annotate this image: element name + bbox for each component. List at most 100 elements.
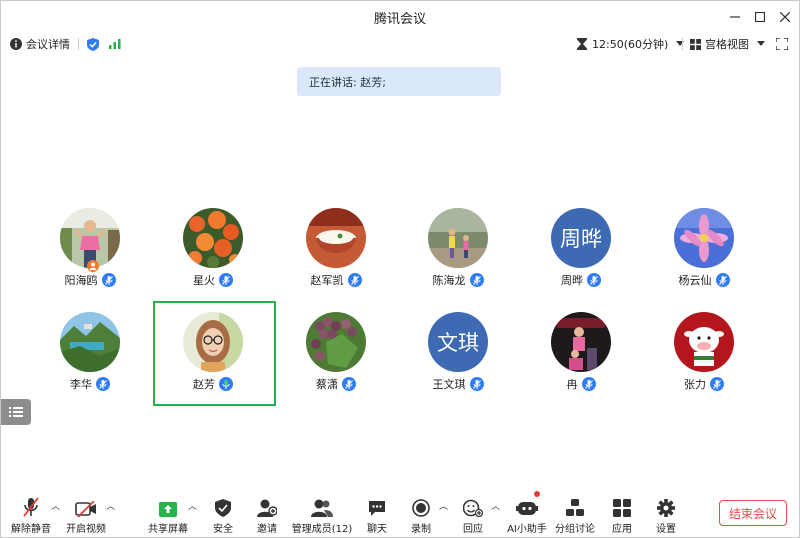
participant-name-row: 星火: [153, 272, 273, 288]
caret-up-icon[interactable]: ︿: [188, 499, 197, 512]
caret-up-icon[interactable]: ︿: [51, 499, 60, 512]
record-button[interactable]: 录制: [407, 491, 435, 538]
manage-members-label: 管理成员(12): [291, 524, 353, 535]
participant-tile[interactable]: 赵芳: [153, 309, 273, 414]
start-video-label: 开启视频: [66, 524, 106, 535]
meeting-info-button[interactable]: 会议详情: [10, 33, 70, 55]
mic-icon: [587, 273, 601, 287]
photo-grapes: [306, 312, 366, 372]
signal-bars-icon: [109, 39, 121, 49]
share-screen-icon: [159, 502, 177, 517]
participant-name: 张力: [684, 378, 706, 391]
chat-button[interactable]: 聊天: [363, 491, 391, 538]
participant-name: 杨云仙: [678, 274, 712, 287]
minimize-icon: [730, 16, 740, 18]
participant-name-row: 阳海鸥: [30, 272, 150, 288]
participant-name-row: 杨云仙: [644, 272, 764, 288]
start-video-button[interactable]: 开启视频: [66, 491, 106, 538]
photo-woman-pink: [60, 208, 120, 268]
avatar: [428, 208, 488, 268]
ai-assistant-button[interactable]: AI小助手: [507, 491, 547, 538]
minimize-button[interactable]: [721, 1, 749, 33]
caret-down-icon: [757, 41, 765, 46]
participant-tile[interactable]: 赵军凯: [276, 205, 396, 310]
manage-members-button[interactable]: 管理成员(12): [292, 491, 352, 538]
divider: [78, 38, 79, 50]
avatar: [60, 312, 120, 372]
security-label: 安全: [213, 524, 233, 535]
view-mode-button[interactable]: 宫格视图: [690, 33, 765, 55]
members-icon: [311, 499, 333, 517]
avatar: [674, 312, 734, 372]
participant-tile[interactable]: 文琪 王文琪: [398, 309, 518, 414]
caret-up-icon[interactable]: ︿: [106, 499, 115, 512]
close-button[interactable]: [771, 1, 799, 33]
record-label: 录制: [411, 524, 431, 535]
unmute-label: 解除静音: [11, 524, 51, 535]
timer-text: 12:50(60分钟): [592, 38, 669, 51]
participant-name-row: 冉: [521, 376, 641, 392]
mic-speaking-icon: [219, 377, 233, 391]
mic-icon: [710, 377, 724, 391]
security-button[interactable]: 安全: [208, 491, 238, 538]
invite-button[interactable]: 邀请: [252, 491, 282, 538]
record-icon: [412, 499, 430, 517]
shield-check-icon: [87, 37, 99, 51]
mic-muted-icon: [23, 497, 39, 517]
info-icon: [10, 38, 22, 50]
share-screen-label: 共享屏幕: [148, 524, 188, 535]
participant-name: 陈海龙: [432, 274, 466, 287]
participant-tile[interactable]: 陈海龙: [398, 205, 518, 310]
participant-tile[interactable]: 星火: [153, 205, 273, 310]
participant-tile[interactable]: 李华: [30, 309, 150, 414]
divider: [682, 38, 683, 50]
top-toolbar: 会议详情 12:50(60分钟) 宫格视图: [1, 33, 799, 55]
caret-up-icon[interactable]: ︿: [491, 499, 500, 512]
hourglass-icon: [577, 38, 587, 50]
photo-yogurt-bowl: [306, 208, 366, 268]
photo-mountain-lake: [60, 312, 120, 372]
settings-label: 设置: [656, 524, 676, 535]
title-bar: 腾讯会议: [1, 1, 799, 33]
member-list-toggle[interactable]: [1, 399, 31, 425]
participant-tile[interactable]: 张力: [644, 309, 764, 414]
avatar: 周晔: [551, 208, 611, 268]
photo-children-outdoor: [428, 208, 488, 268]
speaking-text: 正在讲话: 赵芳;: [309, 75, 386, 89]
breakout-rooms-button[interactable]: 分组讨论: [555, 491, 595, 538]
share-screen-button[interactable]: 共享屏幕: [148, 491, 188, 538]
fullscreen-button[interactable]: [776, 33, 788, 55]
caret-up-icon[interactable]: ︿: [439, 499, 448, 512]
breakout-label: 分组讨论: [555, 524, 595, 535]
meeting-timer[interactable]: 12:50(60分钟): [577, 33, 685, 55]
reaction-icon: [463, 499, 483, 517]
participant-name: 李华: [70, 378, 92, 391]
network-signal[interactable]: [109, 33, 121, 55]
avatar: [60, 208, 120, 268]
participant-tile[interactable]: 蔡潇: [276, 309, 396, 414]
participant-name: 周晔: [561, 274, 583, 287]
apps-button[interactable]: 应用: [607, 491, 637, 538]
end-meeting-button[interactable]: 结束会议: [719, 500, 787, 526]
chat-label: 聊天: [367, 524, 387, 535]
chat-icon: [369, 501, 385, 516]
participant-name: 星火: [193, 274, 215, 287]
participant-tile[interactable]: 阳海鸥: [30, 205, 150, 310]
participant-tile[interactable]: 周晔 周晔: [521, 205, 641, 310]
ai-assistant-label: AI小助手: [507, 524, 547, 535]
apps-icon: [613, 499, 631, 517]
participant-name-row: 王文琪: [398, 376, 518, 392]
avatar: [183, 208, 243, 268]
maximize-button[interactable]: [746, 1, 774, 33]
participant-name-row: 李华: [30, 376, 150, 392]
participant-tile[interactable]: 冉: [521, 309, 641, 414]
security-status[interactable]: [87, 33, 99, 55]
unmute-button[interactable]: 解除静音: [11, 491, 51, 538]
settings-button[interactable]: 设置: [651, 491, 681, 538]
caret-down-icon: [676, 41, 685, 46]
avatar: [551, 312, 611, 372]
host-badge-icon: [87, 260, 99, 272]
reaction-button[interactable]: 回应: [459, 491, 487, 538]
bottom-control-bar: 解除静音 ︿ 开启视频 ︿ 共享屏幕 ︿ 安全 邀请 管理成员(12) 聊天 录…: [1, 491, 799, 538]
participant-tile[interactable]: 杨云仙: [644, 205, 764, 310]
